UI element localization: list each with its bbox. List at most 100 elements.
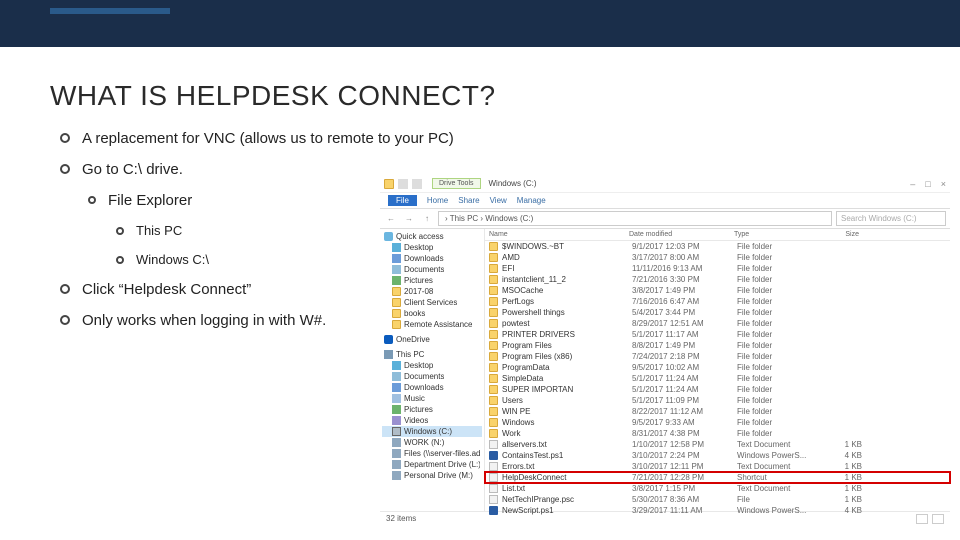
file-row[interactable]: Errors.txt3/10/2017 12:11 PMText Documen… xyxy=(485,461,950,472)
file-date: 7/24/2017 2:18 PM xyxy=(632,352,737,361)
nav-pane[interactable]: Quick access Desktop Downloads Documents… xyxy=(380,229,485,511)
nav-documents[interactable]: Documents xyxy=(382,264,482,275)
nav-pictures2[interactable]: Pictures xyxy=(382,404,482,415)
file-type: Text Document xyxy=(737,462,822,471)
pictures-icon xyxy=(392,405,401,414)
minimize-button[interactable]: – xyxy=(910,179,915,189)
maximize-button[interactable]: □ xyxy=(925,179,930,189)
file-row[interactable]: EFI11/11/2016 9:13 AMFile folder xyxy=(485,263,950,274)
nav-remote-assistance[interactable]: Remote Assistance xyxy=(382,319,482,330)
file-row[interactable]: Program Files (x86)7/24/2017 2:18 PMFile… xyxy=(485,351,950,362)
up-button[interactable]: ↑ xyxy=(420,214,434,223)
file-date: 8/29/2017 12:51 AM xyxy=(632,319,737,328)
file-date: 5/1/2017 11:24 AM xyxy=(632,385,737,394)
file-row[interactable]: allservers.txt1/10/2017 12:58 PMText Doc… xyxy=(485,439,950,450)
file-row[interactable]: Users5/1/2017 11:09 PMFile folder xyxy=(485,395,950,406)
file-date: 3/8/2017 1:49 PM xyxy=(632,286,737,295)
col-size[interactable]: Size xyxy=(819,231,859,238)
column-headers[interactable]: Name Date modified Type Size xyxy=(485,229,950,241)
view-details-icon[interactable] xyxy=(916,514,928,524)
file-type: Windows PowerS... xyxy=(737,451,822,460)
view-large-icon[interactable] xyxy=(932,514,944,524)
nav-work-n[interactable]: WORK (N:) xyxy=(382,437,482,448)
file-row[interactable]: SimpleData5/1/2017 11:24 AMFile folder xyxy=(485,373,950,384)
back-button[interactable]: ← xyxy=(384,214,398,223)
nav-desktop[interactable]: Desktop xyxy=(382,242,482,253)
file-row[interactable]: instantclient_11_27/21/2016 3:30 PMFile … xyxy=(485,274,950,285)
file-row[interactable]: ContainsTest.ps13/10/2017 2:24 PMWindows… xyxy=(485,450,950,461)
file-row[interactable]: NetTechIPrange.psc5/30/2017 8:36 AMFile1… xyxy=(485,494,950,505)
file-row[interactable]: PRINTER DRIVERS5/1/2017 11:17 AMFile fol… xyxy=(485,329,950,340)
nav-dept-drive[interactable]: Department Drive (L:) xyxy=(382,459,482,470)
ribbon-view[interactable]: View xyxy=(490,196,507,205)
file-row[interactable]: List.txt3/8/2017 1:15 PMText Document1 K… xyxy=(485,483,950,494)
ps1-icon xyxy=(489,506,498,515)
file-row[interactable]: WIN PE8/22/2017 11:12 AMFile folder xyxy=(485,406,950,417)
drive-tools-tab[interactable]: Drive Tools xyxy=(432,178,481,189)
file-name: AMD xyxy=(502,253,632,262)
col-date[interactable]: Date modified xyxy=(629,231,734,238)
folder-icon[interactable] xyxy=(384,179,394,189)
file-type: File xyxy=(737,495,822,504)
accent-bar xyxy=(50,8,170,14)
nav-quick-access[interactable]: Quick access xyxy=(382,231,482,242)
file-row[interactable]: $WINDOWS.~BT9/1/2017 12:03 PMFile folder xyxy=(485,241,950,252)
file-list[interactable]: $WINDOWS.~BT9/1/2017 12:03 PMFile folder… xyxy=(485,241,950,516)
qat-icon[interactable] xyxy=(412,179,422,189)
network-drive-icon xyxy=(392,449,401,458)
file-date: 9/5/2017 9:33 AM xyxy=(632,418,737,427)
content-pane: Name Date modified Type Size $WINDOWS.~B… xyxy=(485,229,950,511)
file-type: File folder xyxy=(737,330,822,339)
file-row[interactable]: Windows9/5/2017 9:33 AMFile folder xyxy=(485,417,950,428)
documents-icon xyxy=(392,372,401,381)
ribbon-manage[interactable]: Manage xyxy=(517,196,546,205)
nav-this-pc[interactable]: This PC xyxy=(382,349,482,360)
file-row[interactable]: ProgramData9/5/2017 10:02 AMFile folder xyxy=(485,362,950,373)
nav-windows-c[interactable]: Windows (C:) xyxy=(382,426,482,437)
file-row[interactable]: NewScript.ps13/29/2017 11:11 AMWindows P… xyxy=(485,505,950,516)
file-row[interactable]: SUPER IMPORTAN5/1/2017 11:24 AMFile fold… xyxy=(485,384,950,395)
ribbon-share[interactable]: Share xyxy=(458,196,479,205)
folder-icon xyxy=(489,275,498,284)
nav-downloads[interactable]: Downloads xyxy=(382,253,482,264)
file-size: 4 KB xyxy=(822,506,862,515)
nav-downloads2[interactable]: Downloads xyxy=(382,382,482,393)
file-row[interactable]: Work8/31/2017 4:38 PMFile folder xyxy=(485,428,950,439)
file-row[interactable]: AMD3/17/2017 8:00 AMFile folder xyxy=(485,252,950,263)
file-row[interactable]: Powershell things5/4/2017 3:44 PMFile fo… xyxy=(485,307,950,318)
search-input[interactable]: Search Windows (C:) xyxy=(836,211,946,226)
nav-pictures[interactable]: Pictures xyxy=(382,275,482,286)
nav-files-server[interactable]: Files (\\server-files.ad... xyxy=(382,448,482,459)
close-button[interactable]: × xyxy=(941,179,946,189)
documents-icon xyxy=(392,265,401,274)
nav-documents2[interactable]: Documents xyxy=(382,371,482,382)
nav-videos[interactable]: Videos xyxy=(382,415,482,426)
nav-music[interactable]: Music xyxy=(382,393,482,404)
file-row[interactable]: Program Files8/8/2017 1:49 PMFile folder xyxy=(485,340,950,351)
file-row[interactable]: HelpDeskConnect7/21/2017 12:28 PMShortcu… xyxy=(485,472,950,483)
nav-client-services[interactable]: Client Services xyxy=(382,297,482,308)
col-type[interactable]: Type xyxy=(734,231,819,238)
file-name: NewScript.ps1 xyxy=(502,506,632,515)
titlebar[interactable]: Drive Tools Windows (C:) – □ × xyxy=(380,175,950,193)
nav-books[interactable]: books xyxy=(382,308,482,319)
file-row[interactable]: PerfLogs7/16/2016 6:47 AMFile folder xyxy=(485,296,950,307)
folder-icon xyxy=(489,308,498,317)
qat-icons xyxy=(384,179,422,189)
forward-button[interactable]: → xyxy=(402,214,416,223)
nav-onedrive[interactable]: OneDrive xyxy=(382,334,482,345)
col-name[interactable]: Name xyxy=(489,231,629,238)
nav-2017-08[interactable]: 2017-08 xyxy=(382,286,482,297)
nav-desktop2[interactable]: Desktop xyxy=(382,360,482,371)
breadcrumb[interactable]: › This PC › Windows (C:) xyxy=(438,211,832,226)
bullet-text: This PC xyxy=(136,223,182,238)
qat-icon[interactable] xyxy=(398,179,408,189)
file-row[interactable]: MSOCache3/8/2017 1:49 PMFile folder xyxy=(485,285,950,296)
status-items: 32 items xyxy=(386,514,416,523)
file-row[interactable]: powtest8/29/2017 12:51 AMFile folder xyxy=(485,318,950,329)
ribbon-file[interactable]: File xyxy=(388,195,417,206)
file-explorer-window[interactable]: Drive Tools Windows (C:) – □ × File Home… xyxy=(380,175,950,525)
ribbon-home[interactable]: Home xyxy=(427,196,448,205)
nav-personal-drive[interactable]: Personal Drive (M:) xyxy=(382,470,482,481)
txt-icon xyxy=(489,484,498,493)
